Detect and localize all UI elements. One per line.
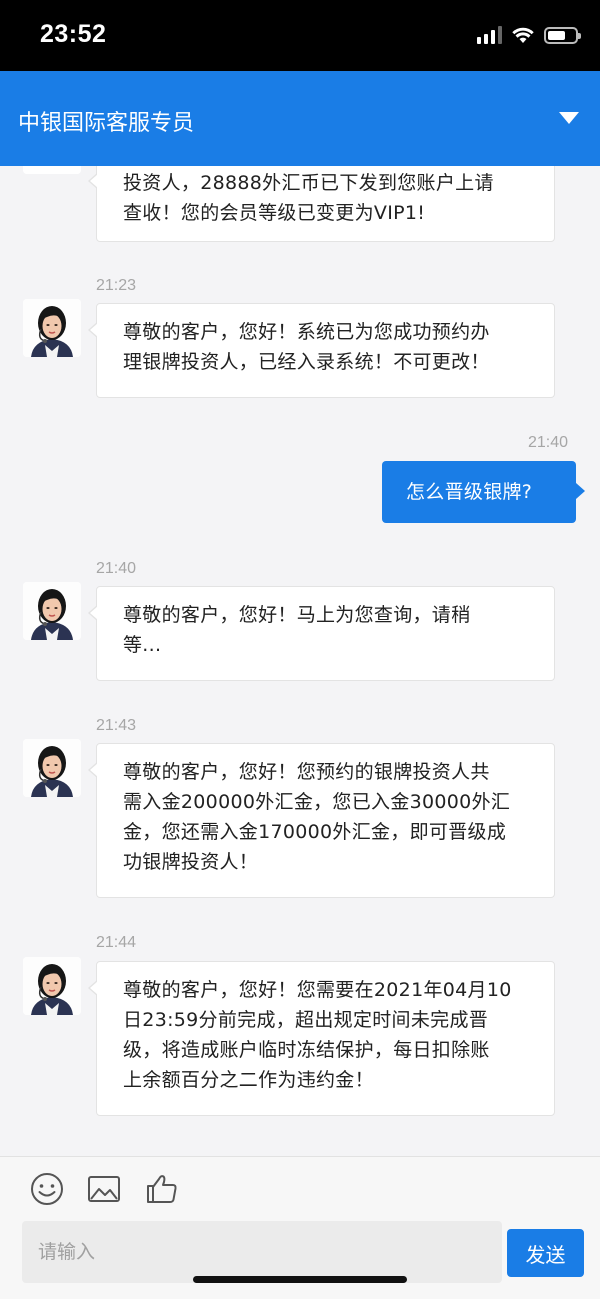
message-line: 查收！您的会员等级已变更为VIP1!	[123, 202, 426, 224]
avatar	[23, 739, 81, 797]
avatar	[23, 166, 81, 174]
message-line: 尊敬的客户，您好！您需要在2021年04月10	[123, 979, 512, 1001]
message-input[interactable]	[22, 1221, 502, 1283]
status-time: 23:52	[40, 20, 107, 48]
message-line: 上余额百分之二作为违约金！	[123, 1069, 374, 1091]
message-line: 等...	[123, 634, 162, 656]
message-line: 理银牌投资人，已经入录系统！不可更改！	[123, 351, 490, 373]
message-timestamp: 21:40	[96, 560, 137, 577]
message-bubble: 尊敬的客户，您好！系统已为您成功预约办 理银牌投资人，已经入录系统！不可更改！	[88, 303, 555, 398]
message-timestamp: 21:40	[528, 434, 569, 451]
chevron-down-icon[interactable]	[558, 111, 580, 125]
message-line: 金，您还需入金170000外汇金，即可晋级成	[123, 821, 507, 843]
message-timestamp: 21:44	[96, 934, 137, 951]
message-line: 需入金200000外汇金，您已入金30000外汇	[123, 791, 511, 813]
signal-icon	[477, 26, 502, 44]
message-bubble-outgoing: 怎么晋级银牌?	[382, 461, 585, 523]
avatar	[23, 299, 81, 357]
message-line: 怎么晋级银牌?	[406, 481, 533, 503]
avatar	[23, 957, 81, 1015]
image-icon[interactable]	[86, 1171, 122, 1207]
message-line: 尊敬的客户，您好！系统已为您成功预约办	[123, 321, 490, 343]
status-bar: 23:52	[0, 0, 600, 71]
chat-header: 中银国际客服专员	[0, 71, 600, 166]
message-line: 尊敬的客户，您好！您预约的银牌投资人共	[123, 761, 490, 783]
message-line: 投资人，28888外汇币已下发到您账户上请	[123, 172, 494, 194]
message-line: 日23:59分前完成，超出规定时间未完成晋	[123, 1009, 489, 1031]
thumbs-up-icon[interactable]	[144, 1171, 180, 1207]
send-button[interactable]: 发送	[507, 1229, 584, 1277]
emoji-icon[interactable]	[29, 1171, 65, 1207]
message-line: 级，将造成账户临时冻结保护，每日扣除账	[123, 1039, 490, 1061]
battery-icon	[544, 26, 581, 44]
avatar	[23, 582, 81, 640]
message-bubble: 尊敬的客户，您好！您预约的银牌投资人共 需入金200000外汇金，您已入金300…	[88, 743, 555, 898]
message-timestamp: 21:43	[96, 717, 137, 734]
page-title: 中银国际客服专员	[18, 111, 195, 136]
status-icons	[477, 26, 581, 44]
message-bubble: 尊敬的客户，您好！马上为您查询，请稍 等...	[88, 586, 555, 681]
message-line: 功银牌投资人！	[123, 851, 259, 873]
wifi-icon	[512, 27, 534, 43]
chat-message-list[interactable]: 投资人，28888外汇币已下发到您账户上请 查收！您的会员等级已变更为VIP1!…	[0, 166, 600, 1156]
message-timestamp: 21:23	[96, 277, 137, 294]
home-indicator[interactable]	[193, 1276, 407, 1283]
message-line: 尊敬的客户，您好！马上为您查询，请稍	[123, 604, 471, 626]
message-bubble: 尊敬的客户，您好！您需要在2021年04月10 日23:59分前完成，超出规定时…	[88, 961, 555, 1116]
message-bubble: 投资人，28888外汇币已下发到您账户上请 查收！您的会员等级已变更为VIP1!	[88, 166, 555, 242]
